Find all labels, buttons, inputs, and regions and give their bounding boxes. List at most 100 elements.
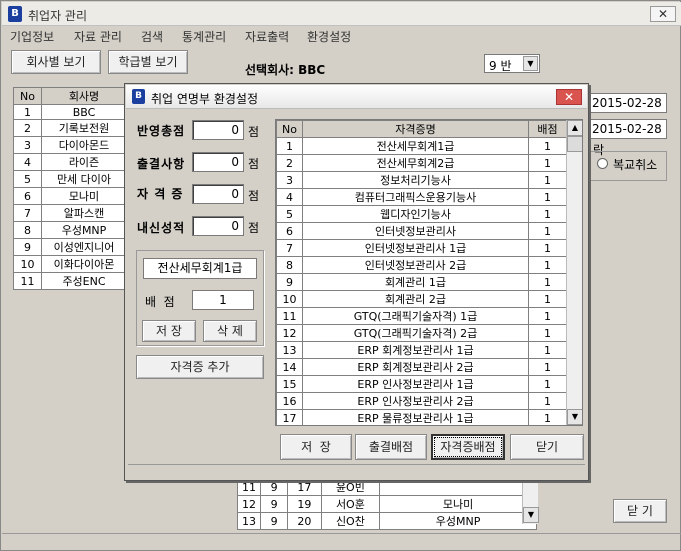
company-row[interactable]: 11 주성ENC [13,272,127,290]
window-close-button[interactable]: ✕ [650,6,676,22]
cert-name-input[interactable]: 전산세무회계1급 [143,258,257,279]
scroll-up-arrow-icon[interactable]: ▲ [567,120,582,136]
company-row-cell: 10 [13,255,42,273]
grades-input[interactable]: 0 [192,216,244,236]
company-row-cell: 11 [13,272,42,290]
cert-row-cell: 컴퓨터그래픽스운용기능사 [302,188,529,206]
cert-row-cell: 전산세무회계1급 [302,137,529,155]
menu-item-data-manage[interactable]: 자료 관리 [74,28,122,45]
save-button[interactable]: 저 장 [280,434,352,460]
dialog-close-bottom-button[interactable]: 닫기 [510,434,584,460]
company-row-cell: 9 [13,238,42,256]
cert-table-scrollbar[interactable]: ▲ ▼ [566,120,582,425]
cert-row-cell: 8 [276,256,303,274]
student-row-cell: 17 [287,478,322,496]
cert-row[interactable]: 8 인터넷정보관리사 2급 1 [276,256,567,274]
cert-score-button[interactable]: 자격증배점 [431,434,505,460]
cert-row-cell: 1 [528,256,567,274]
date-field-1[interactable]: 2015-02-28 [589,93,667,113]
student-row-cell: 서O훈 [320,495,381,513]
cert-col-score: 배점 [528,120,567,138]
cert-row-cell: 1 [528,154,567,172]
company-row[interactable]: 6 모나미 [13,187,127,205]
grades-unit: 점 [248,221,260,235]
cert-row[interactable]: 11 GTQ(그래픽기술자격) 1급 1 [276,307,567,325]
menu-item-statistics[interactable]: 통계관리 [182,28,226,45]
cert-row-cell: 1 [528,205,567,223]
company-row-cell: 4 [13,153,42,171]
student-row[interactable]: 11 9 17 윤O빈 [237,478,537,496]
company-view-button[interactable]: 회사별 보기 [11,50,101,74]
cert-row[interactable]: 12 GTQ(그래픽기술자격) 2급 1 [276,324,567,342]
scroll-down-arrow-icon[interactable]: ▼ [523,507,539,523]
company-row[interactable]: 3 다이아몬드 [13,136,127,154]
company-row[interactable]: 9 이성엔지니어 [13,238,127,256]
attendance-unit: 점 [248,157,260,171]
window-title: 취업자 관리 [28,9,88,23]
student-row[interactable]: 12 9 19 서O훈 모나미 [237,495,537,513]
cert-delete-button[interactable]: 삭 제 [203,320,257,342]
cert-row[interactable]: 9 회계관리 1급 1 [276,273,567,291]
company-row[interactable]: 1 BBC [13,104,127,120]
cert-row[interactable]: 6 인터넷정보관리사 1 [276,222,567,240]
student-row-cell: 윤O빈 [320,478,381,496]
cert-row-cell: GTQ(그래픽기술자격) 2급 [302,324,529,342]
menu-item-output[interactable]: 자료출력 [245,28,289,45]
cert-row[interactable]: 4 컴퓨터그래픽스운용기능사 1 [276,188,567,206]
student-row-cell: 12 [237,495,261,513]
class-select[interactable]: 9 반 ▼ [484,54,540,73]
scroll-thumb[interactable] [567,136,582,152]
company-row[interactable]: 7 알파스캔 [13,204,127,222]
cert-row-cell: 1 [528,222,567,240]
company-row[interactable]: 4 라이즌 [13,153,127,171]
company-row[interactable]: 8 우성MNP [13,221,127,239]
cert-row[interactable]: 15 ERP 인사정보관리사 1급 1 [276,375,567,393]
cert-row[interactable]: 17 ERP 물류정보관리사 1급 1 [276,409,567,425]
company-row[interactable]: 5 만세 다이아 [13,170,127,188]
company-row[interactable]: 10 이화다이아몬 [13,255,127,273]
dialog-title-bar: B 취업 연명부 환경설정 ✕ [126,85,587,109]
attendance-score-button[interactable]: 출결배점 [355,434,427,460]
cert-row-cell: 5 [276,205,303,223]
date-field-2[interactable]: 2015-02-28 [589,119,667,139]
menu-item-company-info[interactable]: 기업정보 [10,28,54,45]
cert-row[interactable]: 7 인터넷정보관리사 1급 1 [276,239,567,257]
cert-save-button[interactable]: 저 장 [142,320,196,342]
add-cert-button[interactable]: 자격증 추가 [136,355,264,379]
student-row-cell: 9 [259,512,289,530]
menu-item-search[interactable]: 검색 [141,28,163,45]
cert-row[interactable]: 13 ERP 회계정보관리사 1급 1 [276,341,567,359]
student-table: 11 9 17 윤O빈 12 9 19 서O훈 모나미 13 9 20 신O찬 우성MNP [237,478,537,530]
class-view-button[interactable]: 학급별 보기 [108,50,188,74]
score-input[interactable]: 1 [192,290,254,310]
company-table: No 회사명 1 BBC 2 기록보전원 3 다이아몬드 4 라이즌 5 만세 다이아 6 모나미 7 알… [13,87,127,290]
company-row-cell: 우성MNP [41,221,127,239]
close-button[interactable]: 닫 기 [613,499,667,523]
attendance-input[interactable]: 0 [192,152,244,172]
cert-row[interactable]: 10 회계관리 2급 1 [276,290,567,308]
radio-return-cancel-label: 복교취소 [613,158,658,172]
cert-row-cell: 인터넷정보관리사 [302,222,529,240]
company-row[interactable]: 2 기록보전원 [13,119,127,137]
cert-row[interactable]: 14 ERP 회계정보관리사 2급 1 [276,358,567,376]
company-row-cell: 6 [13,187,42,205]
cert-row-cell: 1 [528,409,567,425]
student-row-cell: 11 [237,478,261,496]
chevron-down-icon[interactable]: ▼ [523,56,538,71]
cert-row[interactable]: 16 ERP 인사정보관리사 2급 1 [276,392,567,410]
cert-row-cell: 9 [276,273,303,291]
cert-row[interactable]: 2 전산세무회계2급 1 [276,154,567,172]
radio-return-cancel[interactable] [597,158,608,169]
cert-row[interactable]: 5 웹디자인기능사 1 [276,205,567,223]
student-row[interactable]: 13 9 20 신O찬 우성MNP [237,512,537,530]
cert-row[interactable]: 3 정보처리기능사 1 [276,171,567,189]
menu-item-settings[interactable]: 환경설정 [307,28,351,45]
total-score-input[interactable]: 0 [192,120,244,140]
student-row-cell: 신O찬 [320,512,381,530]
cert-row[interactable]: 1 전산세무회계1급 1 [276,137,567,155]
total-score-unit: 점 [248,125,260,139]
scroll-down-arrow-icon[interactable]: ▼ [567,409,582,425]
certificate-input[interactable]: 0 [192,184,244,204]
dialog-close-button[interactable]: ✕ [556,89,582,105]
student-table-scrollbar[interactable]: ▼ [522,478,539,524]
